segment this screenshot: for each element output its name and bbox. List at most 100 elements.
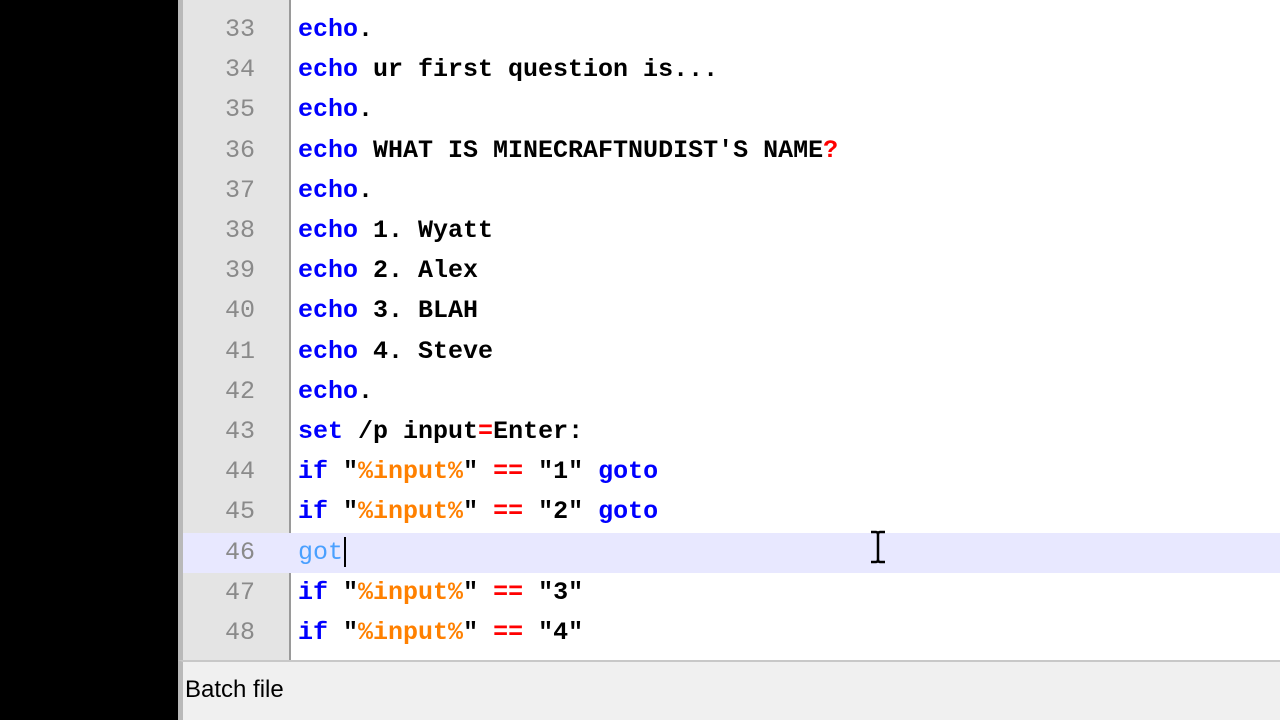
code-line[interactable]: 45 if "%input%" == "2" goto (183, 492, 1280, 532)
code-line[interactable]: 42 echo. (183, 372, 1280, 412)
code-token: echo (298, 376, 359, 406)
line-number: 35 (224, 95, 255, 125)
code-editor[interactable]: 33 echo. 34 echo ur first question is... 35 e… (178, 0, 1280, 660)
code-token: " (463, 497, 494, 527)
code-token: "3" (523, 577, 584, 607)
code-token: " (328, 577, 359, 607)
code-token: echo (298, 135, 359, 165)
code-token: 4. Steve (358, 336, 494, 366)
code-token: if (298, 577, 329, 607)
code-token: echo (298, 296, 359, 326)
code-token: /p input (343, 417, 479, 446)
language-label: Batch file (185, 676, 284, 703)
line-number: 41 (224, 336, 255, 366)
code-text[interactable]: echo WHAT IS MINECRAFTNUDIST'S NAME? (298, 131, 838, 171)
code-token: = (478, 417, 494, 446)
code-token: ur first question is... (358, 55, 719, 85)
desktop-background (0, 0, 178, 720)
code-token: " (328, 497, 359, 527)
code-token: echo (298, 95, 359, 125)
code-token: "1" (523, 457, 599, 487)
code-token: %input% (358, 457, 464, 487)
code-line[interactable]: 34 echo ur first question is... (183, 50, 1280, 90)
code-token: echo (298, 336, 359, 366)
code-token: " (463, 457, 494, 487)
code-text[interactable]: echo. (298, 10, 373, 50)
line-number: 43 (224, 417, 255, 446)
code-token: echo (298, 15, 359, 44)
code-text[interactable]: if "%input%" == "2" goto (298, 492, 658, 532)
code-token: if (298, 457, 329, 487)
code-line[interactable]: 33 echo. (183, 10, 1280, 50)
code-line[interactable]: 38 echo 1. Wyatt (183, 211, 1280, 251)
code-token: got (298, 537, 344, 567)
line-number: 36 (224, 135, 255, 165)
code-token: 2. Alex (358, 256, 479, 286)
code-token: == (493, 618, 524, 647)
code-token: " (328, 618, 359, 647)
code-token: echo (298, 55, 359, 85)
code-line[interactable]: 46 got (183, 532, 1280, 573)
line-number: 37 (224, 175, 255, 205)
code-line[interactable]: 43 set /p input=Enter: (183, 412, 1280, 452)
code-line[interactable]: 37 echo. (183, 171, 1280, 211)
code-text[interactable]: if "%input%" == "4" (298, 613, 583, 653)
text-caret (344, 536, 347, 567)
code-text[interactable]: if "%input%" == "1" goto (298, 452, 658, 492)
code-token: echo (298, 175, 359, 205)
status-bar: Batch file (178, 660, 1280, 720)
line-number: 40 (224, 296, 255, 326)
code-line[interactable]: 44 if "%input%" == "1" goto (183, 452, 1280, 492)
line-number: 42 (224, 376, 255, 406)
code-token: == (493, 497, 524, 527)
code-token: goto (598, 457, 659, 487)
code-text[interactable]: echo 3. BLAH (298, 291, 478, 331)
code-token: Enter: (493, 417, 584, 446)
line-number: 38 (224, 216, 255, 245)
code-line[interactable]: 40 echo 3. BLAH (183, 291, 1280, 331)
code-token: == (493, 577, 524, 607)
code-line[interactable]: 39 echo 2. Alex (183, 251, 1280, 291)
code-text[interactable]: echo. (298, 171, 373, 211)
code-token: " (463, 577, 494, 607)
line-number: 39 (224, 256, 255, 286)
code-text[interactable]: set /p input=Enter: (298, 412, 583, 452)
code-text[interactable]: echo ur first question is... (298, 50, 718, 90)
code-line[interactable]: 41 echo 4. Steve (183, 332, 1280, 372)
code-token: goto (598, 497, 659, 527)
code-token: %input% (358, 497, 464, 527)
code-token: " (328, 457, 359, 487)
code-text[interactable]: if "%input%" == "3" (298, 573, 583, 613)
line-number: 46 (224, 537, 255, 567)
line-number: 33 (224, 15, 255, 44)
code-token: . (358, 95, 374, 125)
code-token: if (298, 497, 329, 527)
code-line[interactable]: 47 if "%input%" == "3" (183, 573, 1280, 613)
code-token: . (358, 175, 374, 205)
line-number: 48 (224, 618, 255, 647)
code-token: %input% (358, 577, 464, 607)
code-text[interactable]: echo. (298, 90, 373, 130)
code-text[interactable]: echo 1. Wyatt (298, 211, 493, 251)
code-token: "2" (523, 497, 599, 527)
code-text[interactable]: got (298, 533, 347, 573)
code-text[interactable]: echo. (298, 372, 373, 412)
code-line[interactable]: 35 echo. (183, 90, 1280, 130)
code-token: set (298, 417, 344, 446)
code-line[interactable]: 48 if "%input%" == "4" (183, 613, 1280, 653)
code-token: if (298, 618, 329, 647)
code-token: 3. BLAH (358, 296, 479, 326)
code-token: 1. Wyatt (358, 216, 494, 245)
line-number: 44 (224, 457, 255, 487)
code-token: ? (823, 135, 839, 165)
line-number: 47 (224, 577, 255, 607)
code-token: == (493, 457, 524, 487)
code-text[interactable]: echo 2. Alex (298, 251, 478, 291)
code-token: echo (298, 256, 359, 286)
text-ibeam-cursor-icon (871, 530, 885, 564)
code-token: " (463, 618, 494, 647)
code-token: . (358, 376, 374, 406)
code-line[interactable]: 36 echo WHAT IS MINECRAFTNUDIST'S NAME? (183, 131, 1280, 171)
code-text[interactable]: echo 4. Steve (298, 332, 493, 372)
code-token: "4" (523, 618, 584, 647)
